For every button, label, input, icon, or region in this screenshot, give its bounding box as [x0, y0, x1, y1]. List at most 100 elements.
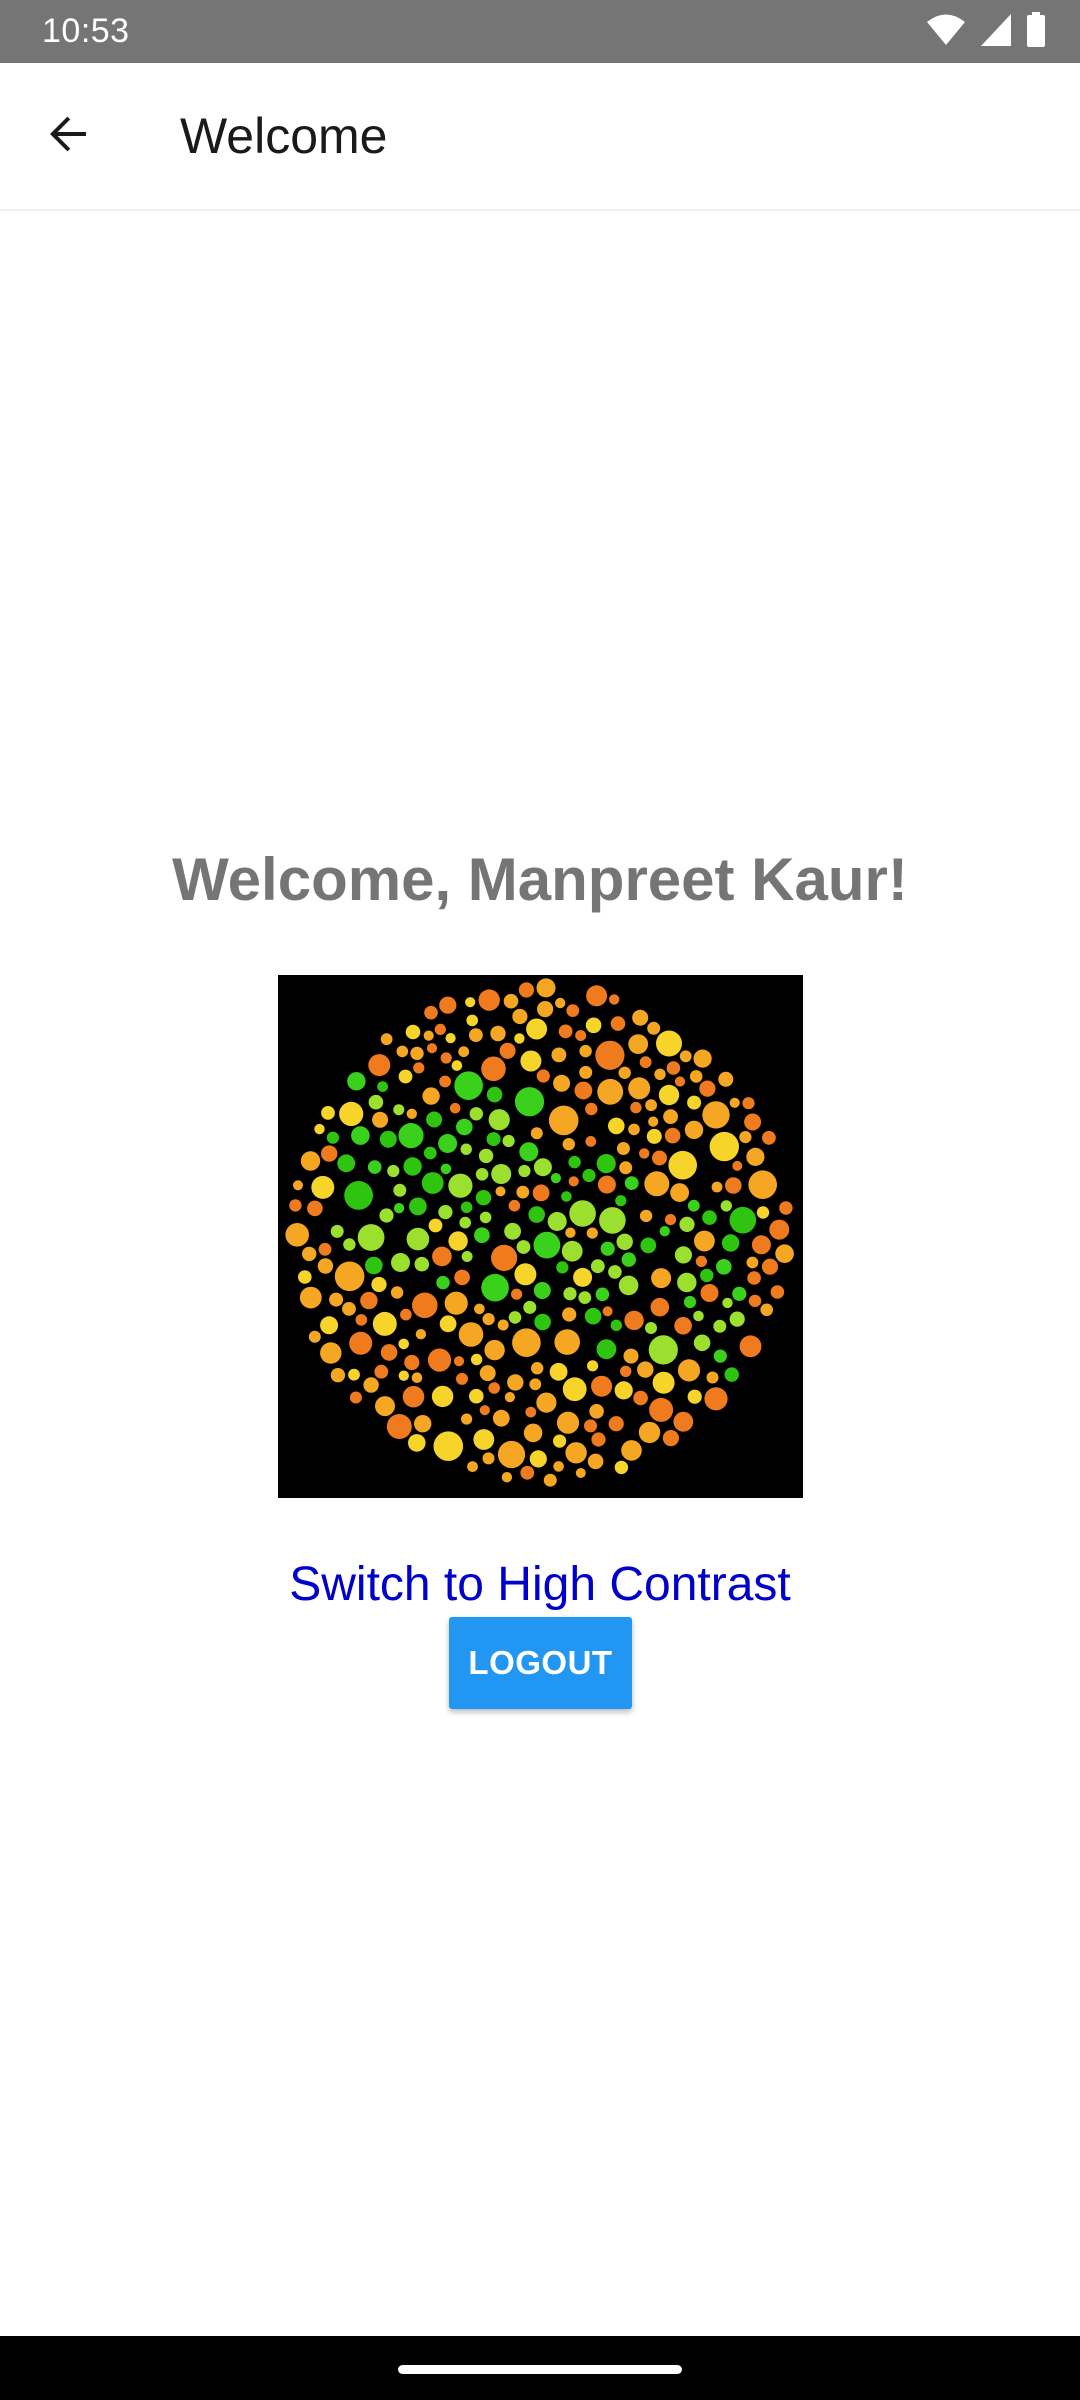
- switch-high-contrast-link[interactable]: Switch to High Contrast: [0, 1555, 1080, 1615]
- plate-dot: [302, 1246, 317, 1262]
- plate-dot: [623, 1348, 639, 1364]
- plate-dot: [591, 1375, 613, 1397]
- plate-dot: [597, 1078, 624, 1105]
- plate-dot: [501, 1472, 513, 1483]
- plate-dot: [555, 997, 566, 1009]
- plate-dot: [533, 1231, 561, 1259]
- plate-dot: [526, 1018, 548, 1040]
- status-time: 10:53: [42, 12, 130, 50]
- plate-dot: [412, 1292, 438, 1319]
- plate-dot: [673, 1411, 694, 1432]
- plate-dot: [616, 1142, 630, 1155]
- plate-dot: [426, 1043, 438, 1054]
- plate-dot: [533, 1158, 552, 1177]
- plate-dot: [615, 1195, 627, 1207]
- plate-dot: [720, 1200, 732, 1212]
- plate-dot: [621, 1252, 636, 1267]
- logout-button[interactable]: LOGOUT: [449, 1617, 632, 1709]
- plate-dot: [380, 1344, 398, 1361]
- plate-dot: [410, 1046, 424, 1061]
- plate-dot: [664, 1127, 681, 1144]
- status-icons: [926, 11, 1046, 52]
- plate-dot: [421, 1172, 444, 1194]
- plate-dot: [431, 1385, 454, 1408]
- plate-dot: [702, 1101, 730, 1129]
- plate-dot: [565, 1227, 576, 1238]
- plate-dot: [744, 1113, 762, 1131]
- plate-dot: [355, 1314, 368, 1326]
- plate-dot: [746, 1147, 765, 1166]
- plate-dot: [488, 1109, 510, 1131]
- plate-dot: [694, 1230, 715, 1252]
- plate-dot: [486, 1086, 503, 1103]
- plate-dot: [379, 1130, 397, 1148]
- plate-dot: [662, 1430, 679, 1447]
- plate-dot: [751, 1235, 771, 1255]
- plate-dot: [608, 1117, 625, 1135]
- plate-dot: [687, 1095, 702, 1110]
- plate-dot: [411, 1372, 423, 1383]
- plate-dot: [481, 1273, 509, 1302]
- plate-dot: [704, 1387, 728, 1411]
- plate-dot: [374, 1364, 389, 1379]
- plate-dot: [568, 1176, 579, 1187]
- plate-dot: [349, 1391, 362, 1404]
- plate-dot: [523, 1300, 537, 1314]
- plate-dot: [684, 1120, 704, 1140]
- plate-dot: [503, 993, 519, 1009]
- plate-dot: [534, 1313, 551, 1331]
- plate-dot: [663, 1109, 678, 1124]
- home-handle[interactable]: [398, 2365, 682, 2374]
- plate-dot: [398, 1123, 424, 1149]
- plate-dot: [547, 1212, 567, 1231]
- plate-dot: [511, 1288, 523, 1300]
- plate-dot: [556, 1411, 580, 1434]
- plate-dot: [537, 1001, 554, 1018]
- plate-dot: [403, 1157, 422, 1176]
- plate-dot: [589, 1404, 604, 1419]
- plate-dot: [519, 1142, 539, 1162]
- plate-dot: [670, 1183, 689, 1202]
- plate-dot: [575, 1030, 587, 1041]
- plate-dot: [406, 1227, 430, 1251]
- plate-dot: [459, 1216, 471, 1229]
- plate-dot: [729, 1206, 757, 1234]
- plate-dot: [372, 1311, 397, 1336]
- plate-dot: [337, 1154, 356, 1173]
- plate-dot: [330, 1368, 346, 1383]
- plate-dot: [739, 1335, 762, 1358]
- plate-dot: [693, 1310, 704, 1322]
- plate-dot: [502, 1134, 515, 1148]
- plate-dot: [375, 1396, 395, 1417]
- plate-dot: [725, 1177, 742, 1194]
- plate-dot: [732, 1160, 743, 1171]
- plate-dot: [602, 1306, 613, 1317]
- plate-dot: [454, 1269, 470, 1286]
- plate-dot: [440, 1163, 452, 1175]
- plate-dot: [562, 1377, 587, 1402]
- plate-dot: [729, 1097, 740, 1108]
- plate-dot: [566, 1004, 580, 1017]
- plate-dot: [438, 1134, 458, 1153]
- plate-dot: [549, 1362, 568, 1381]
- plate-dot: [414, 1415, 432, 1433]
- plate-dot: [658, 1084, 680, 1106]
- plate-dot: [619, 1161, 633, 1175]
- plate-dot: [650, 1297, 670, 1317]
- plate-dot: [495, 1186, 506, 1197]
- plate-dot: [609, 994, 620, 1005]
- plate-dot: [439, 1315, 457, 1333]
- plate-dot: [550, 1173, 561, 1184]
- plate-dot: [742, 1097, 755, 1110]
- plate-dot: [317, 1258, 334, 1274]
- back-button[interactable]: [28, 100, 108, 172]
- plate-dot: [648, 1335, 678, 1365]
- plate-dot: [614, 1460, 629, 1475]
- plate-dot: [357, 1224, 385, 1251]
- plate-dot: [624, 1176, 639, 1190]
- plate-dot: [486, 1132, 501, 1147]
- plate-dot: [351, 1126, 370, 1145]
- plate-dot: [674, 1076, 686, 1087]
- plate-dot: [596, 1154, 616, 1174]
- plate-dot: [568, 1155, 581, 1169]
